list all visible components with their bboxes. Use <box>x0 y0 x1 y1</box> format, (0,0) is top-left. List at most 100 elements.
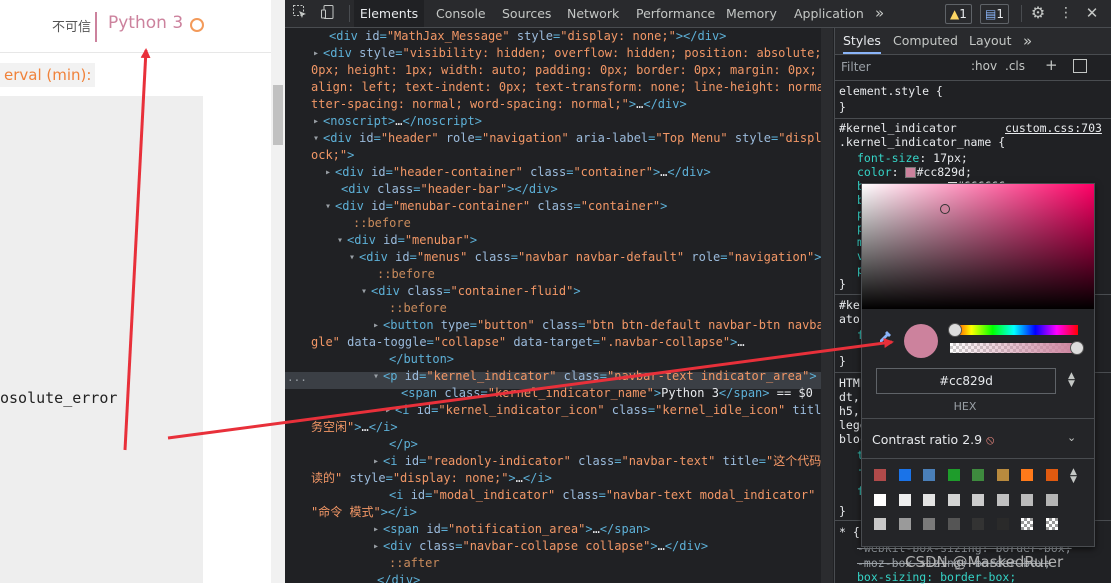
dom-line[interactable]: ▾ <p id="kernel_indicator" class="navbar-… <box>373 368 817 385</box>
chevron-down-icon[interactable]: ⌄ <box>1067 431 1076 444</box>
palette-swatch[interactable] <box>996 493 1009 506</box>
kernel-indicator-name[interactable]: Python 3 <box>108 13 183 33</box>
dom-line[interactable]: ▸ <div class="navbar-collapse collapse">…… <box>373 538 708 555</box>
star-rule-selector[interactable]: * { <box>839 525 860 539</box>
rule-selector-1[interactable]: #kernel_indicator <box>839 121 957 135</box>
dom-line[interactable]: <div id="MathJax_Message" style="display… <box>329 28 726 45</box>
dom-line[interactable]: 务空闲">…</i> <box>311 419 398 436</box>
elements-scrollbar[interactable] <box>821 28 833 583</box>
color-declaration[interactable]: color: #cc829d; <box>857 165 972 179</box>
dom-line[interactable]: ▸ <noscript>…</noscript> <box>313 113 482 130</box>
elements-tree[interactable]: ··· <div id="MathJax_Message" style="dis… <box>285 28 833 583</box>
more-tabs-icon[interactable]: » <box>875 0 884 27</box>
palette-swatch[interactable] <box>874 518 886 530</box>
dom-line[interactable]: "命令 模式"></i> <box>311 504 417 521</box>
dom-line[interactable]: ▾ <div id="menubar-container" class="cont… <box>325 198 667 215</box>
dom-line[interactable]: </div> <box>377 572 420 583</box>
palette-swatch[interactable] <box>923 493 935 506</box>
dom-line[interactable]: ▸ <i id="kernel_indicator_icon" class="ke… <box>385 402 833 419</box>
page-scrollbar-thumb[interactable] <box>273 85 283 145</box>
eyedropper-icon[interactable] <box>878 330 892 348</box>
palette-swatch[interactable] <box>1021 493 1033 506</box>
palette-swatch[interactable] <box>1045 518 1058 530</box>
palette-swatch[interactable] <box>1045 493 1058 506</box>
alpha-slider-handle[interactable] <box>1070 341 1084 355</box>
tab-network[interactable]: Network <box>567 0 619 27</box>
rule-selector-2[interactable]: .kernel_indicator_name { <box>839 135 1005 149</box>
dom-line[interactable]: ▾ <div id="menubar"> <box>337 232 477 249</box>
dom-line[interactable]: ::before <box>389 300 447 317</box>
expand-triangle-icon[interactable]: ▸ <box>373 317 379 334</box>
dom-line[interactable]: ▾ <div id="menus" class="navbar navbar-de… <box>349 249 821 266</box>
palette-swatch[interactable] <box>972 518 984 530</box>
palette-swatch[interactable] <box>923 518 935 530</box>
expand-triangle-icon[interactable]: ▸ <box>325 164 331 181</box>
tab-styles[interactable]: Styles <box>843 28 881 54</box>
code-cell-area[interactable] <box>0 96 203 583</box>
contrast-ratio[interactable]: Contrast ratio 2.9 ⦸ <box>872 432 994 448</box>
palette-swatch[interactable] <box>874 469 886 481</box>
dom-line[interactable]: 读的" style="display: none;">…</i> <box>311 470 552 487</box>
close-icon[interactable]: ✕ <box>1083 4 1101 22</box>
expand-triangle-icon[interactable]: ▸ <box>313 45 319 62</box>
dom-line[interactable]: 0px; height: 1px; width: auto; padding: … <box>311 62 833 79</box>
dom-line[interactable]: tter-spacing: normal; word-spacing: norm… <box>311 96 687 113</box>
new-rule-icon[interactable]: + <box>1045 56 1058 74</box>
saturation-handle[interactable] <box>940 204 950 214</box>
tab-elements[interactable]: Elements <box>354 0 424 27</box>
hov-toggle[interactable]: :hov <box>971 59 997 73</box>
palette-swatch[interactable] <box>1021 518 1033 530</box>
dom-line[interactable]: ▸ <div style="visibility: hidden; overflo… <box>313 45 833 62</box>
palette-swatch[interactable] <box>874 493 886 506</box>
expand-triangle-icon[interactable]: ▾ <box>349 249 355 266</box>
dom-line[interactable]: ▾ <div id="header" role="navigation" aria… <box>313 130 833 147</box>
html-rule-c[interactable]: h5, <box>839 404 860 418</box>
palette-swatch[interactable] <box>1021 469 1033 481</box>
dom-line[interactable]: ▸ <div id="header-container" class="conta… <box>325 164 711 181</box>
expand-triangle-icon[interactable]: ▸ <box>373 453 379 470</box>
hex-input[interactable]: #cc829d <box>876 368 1056 394</box>
saturation-value-area[interactable] <box>862 184 1094 309</box>
expand-triangle-icon[interactable]: ▾ <box>373 368 379 385</box>
tab-memory[interactable]: Memory <box>726 0 777 27</box>
tab-layout[interactable]: Layout <box>969 28 1012 54</box>
dom-line[interactable]: <div class="header-bar"></div> <box>341 181 558 198</box>
warnings-badge[interactable]: ▲1 <box>945 4 972 24</box>
kebab-menu-icon[interactable]: ⋮ <box>1057 4 1075 22</box>
expand-triangle-icon[interactable]: ▾ <box>337 232 343 249</box>
box-sizing-declaration[interactable]: box-sizing: border-box; <box>857 570 1016 584</box>
palette-swatch[interactable] <box>996 469 1009 481</box>
dom-line[interactable]: ::before <box>377 266 435 283</box>
more-styles-tabs-icon[interactable]: » <box>1023 28 1032 54</box>
dom-line[interactable]: <i id="modal_indicator" class="navbar-te… <box>389 487 833 504</box>
palette-swatch[interactable] <box>972 469 984 481</box>
dom-line[interactable]: align: left; text-indent: 0px; text-tran… <box>311 79 833 96</box>
dom-line[interactable]: ▸ <span id="notification_area">…</span> <box>373 521 650 538</box>
font-size-declaration[interactable]: font-size: 17px; <box>857 151 968 165</box>
dom-line[interactable]: ▾ <div class="container-fluid"> <box>361 283 581 300</box>
expand-triangle-icon[interactable]: ▾ <box>325 198 331 215</box>
palette-swatch[interactable] <box>947 493 960 506</box>
hue-slider[interactable] <box>950 325 1078 335</box>
inspect-icon[interactable] <box>291 4 309 22</box>
element-style-selector[interactable]: element.style { <box>839 84 943 98</box>
color-swatch[interactable] <box>905 167 917 178</box>
expand-triangle-icon[interactable]: ▸ <box>373 538 379 555</box>
html-rule-b[interactable]: dt, <box>839 390 860 404</box>
dom-line[interactable]: </button> <box>389 351 454 368</box>
palette-swatch[interactable] <box>972 493 984 506</box>
selected-node-menu-icon[interactable]: ··· <box>287 372 307 389</box>
expand-triangle-icon[interactable]: ▾ <box>313 130 319 147</box>
tab-sources[interactable]: Sources <box>502 0 551 27</box>
dom-line[interactable]: ▸ <i id="readonly-indicator" class="navba… <box>373 453 833 470</box>
dom-line[interactable]: gle" data-toggle="collapse" data-target=… <box>311 334 745 351</box>
issues-badge[interactable]: ▤1 <box>980 4 1009 24</box>
format-stepper-icon[interactable]: ▲ ▼ <box>1068 372 1075 389</box>
expand-triangle-icon[interactable]: ▸ <box>313 113 319 130</box>
palette-swatch[interactable] <box>947 469 960 481</box>
tab-computed[interactable]: Computed <box>893 28 958 54</box>
alpha-slider[interactable] <box>950 343 1078 353</box>
palette-swatch[interactable] <box>898 493 911 506</box>
expand-triangle-icon[interactable]: ▸ <box>373 521 379 538</box>
palette-swatch[interactable] <box>923 469 935 481</box>
